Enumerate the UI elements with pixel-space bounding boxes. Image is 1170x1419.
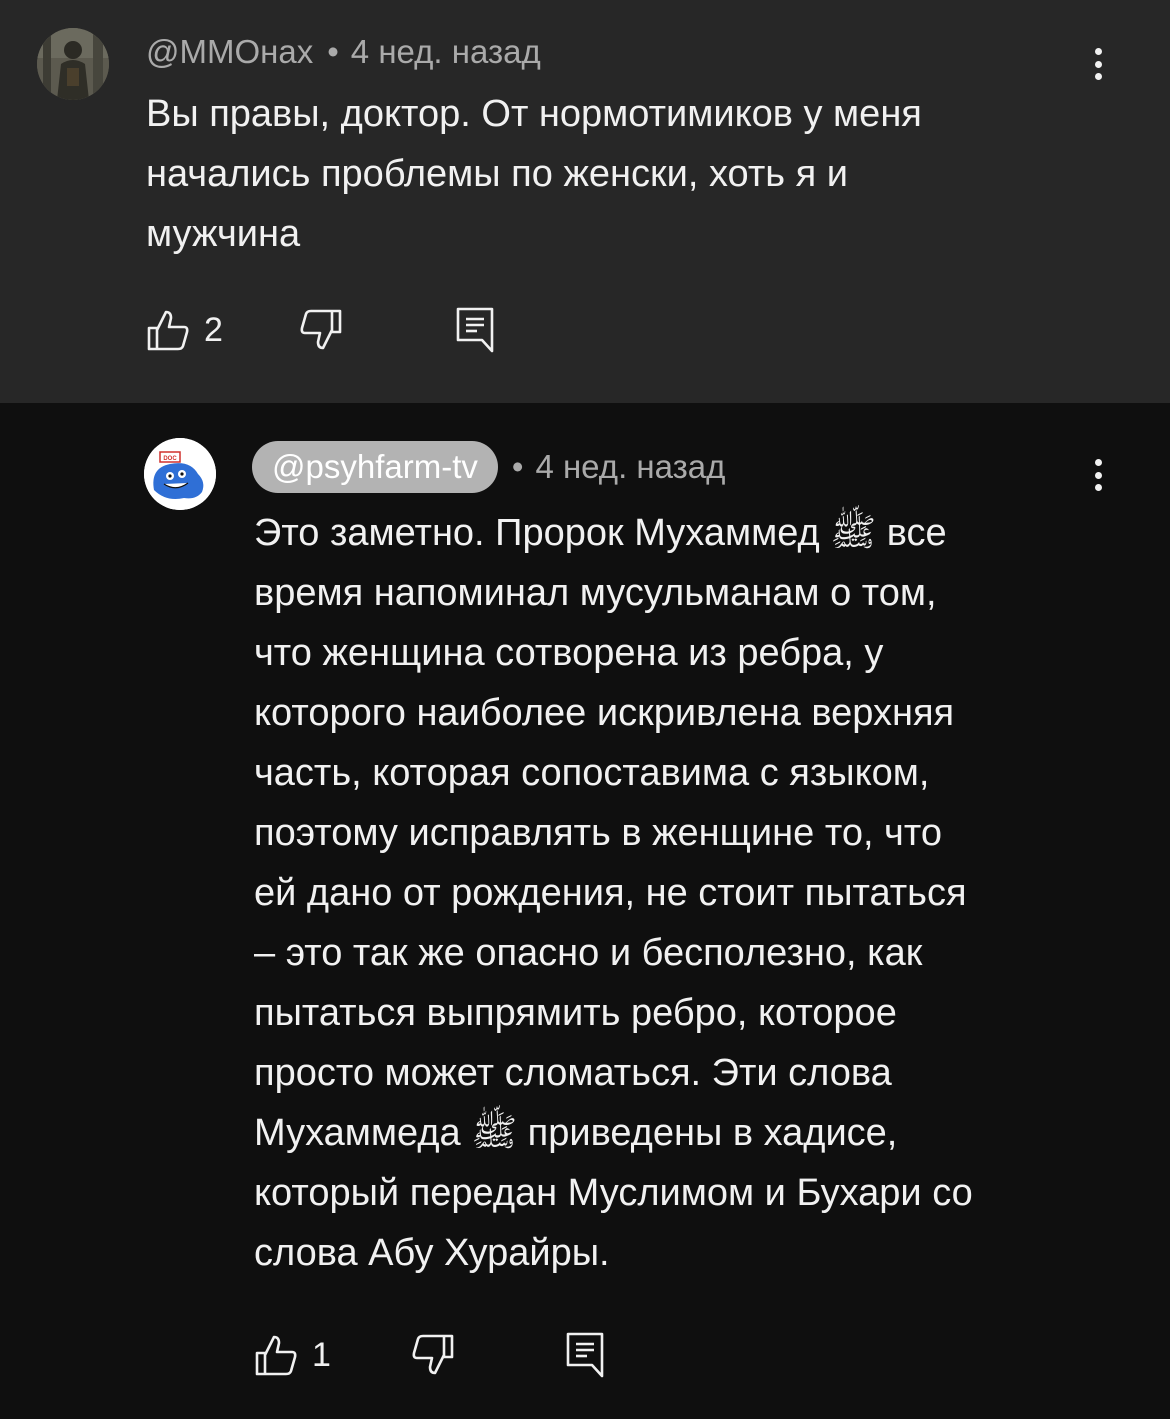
comment-meta: @ММОнах • 4 нед. назад	[146, 30, 541, 74]
thumbs-up-icon	[255, 1335, 297, 1376]
reply-comment-icon	[456, 307, 494, 353]
separator-dot: •	[327, 33, 339, 70]
comment-time: 4 нед. назад	[535, 448, 726, 485]
more-options-button[interactable]	[1083, 44, 1113, 84]
author-name-badge[interactable]: @psyhfarm-tv	[252, 441, 498, 493]
more-dot-icon	[1094, 73, 1102, 80]
avatar[interactable]: DOC	[144, 438, 216, 510]
more-dot-icon	[1094, 459, 1102, 466]
svg-text:DOC: DOC	[163, 456, 177, 462]
dislike-button[interactable]	[299, 308, 343, 352]
comment-text: Это заметно. Пророк Мухаммед ﷺ все время…	[254, 512, 973, 1274]
comment-1: @ММОнах • 4 нед. назад Вы правы, доктор.…	[0, 0, 1170, 403]
reply-button[interactable]	[565, 1331, 605, 1379]
like-button[interactable]: 2	[146, 308, 223, 352]
dislike-button[interactable]	[411, 1333, 455, 1377]
more-dot-icon	[1094, 471, 1102, 479]
comment-time: 4 нед. назад	[350, 33, 541, 70]
avatar[interactable]	[37, 28, 109, 100]
more-options-button[interactable]	[1083, 455, 1113, 495]
author-name[interactable]: @ММОнах	[146, 33, 313, 71]
thumbs-up-icon	[147, 310, 189, 351]
user-photo-avatar-icon	[37, 28, 109, 100]
comment-actions: 1	[254, 1329, 605, 1381]
comment-meta: @psyhfarm-tv • 4 нед. назад	[252, 441, 725, 493]
more-dot-icon	[1094, 48, 1102, 55]
more-dot-icon	[1094, 60, 1102, 68]
comment-2: DOC @psyhfarm-tv • 4 нед. назад Это заме…	[0, 403, 1170, 1419]
blue-monster-doc-avatar-icon: DOC	[144, 438, 216, 510]
like-count: 2	[204, 310, 223, 349]
thumbs-down-icon	[412, 1334, 454, 1375]
more-dot-icon	[1094, 484, 1102, 491]
comment-text: Вы правы, доктор. От нормотимиков у меня…	[146, 93, 922, 255]
comment-actions: 2	[146, 304, 495, 356]
reply-button[interactable]	[455, 306, 495, 354]
thumbs-down-icon	[300, 309, 342, 350]
separator-dot: •	[511, 448, 524, 485]
like-count: 1	[312, 1335, 331, 1374]
reply-comment-icon	[566, 1332, 604, 1378]
like-button[interactable]: 1	[254, 1333, 331, 1377]
